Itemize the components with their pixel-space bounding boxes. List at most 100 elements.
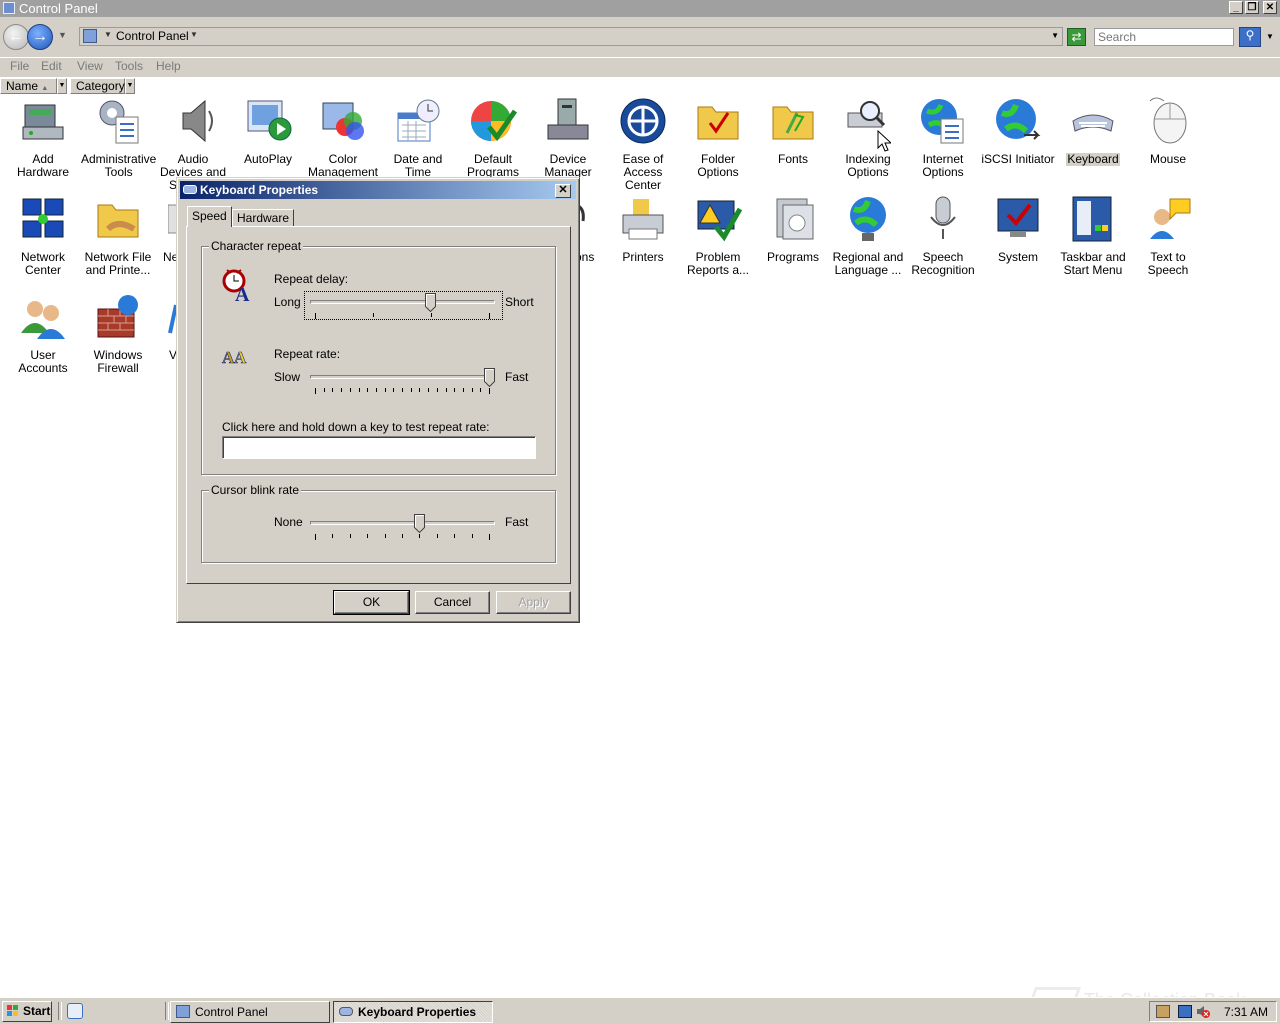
window-title: Control Panel — [19, 1, 98, 16]
menu-view[interactable]: View — [77, 59, 103, 73]
item-partial-hidden[interactable]: Ne — [155, 195, 177, 264]
tab-hardware[interactable]: Hardware — [232, 209, 295, 227]
back-button[interactable]: ← — [3, 24, 29, 50]
repeat-rate-slider[interactable] — [310, 368, 495, 394]
regional-globe-icon — [844, 195, 892, 243]
keyboard-properties-dialog: Keyboard Properties ✕ Speed Hardware Cha… — [176, 177, 580, 623]
network-icon[interactable] — [1178, 1005, 1192, 1018]
keyboard-icon — [339, 1007, 353, 1016]
item-device-manager[interactable]: Device Manager — [530, 97, 606, 179]
item-taskbar-start-menu[interactable]: Taskbar and Start Menu — [1055, 195, 1131, 277]
menu-edit[interactable]: Edit — [41, 59, 62, 73]
item-user-accounts[interactable]: User Accounts — [5, 293, 81, 375]
item-mouse[interactable]: Mouse — [1130, 97, 1206, 166]
quick-launch-ie-icon[interactable] — [67, 1003, 83, 1019]
mouse-icon — [1144, 97, 1192, 145]
item-add-hardware[interactable]: Add Hardware — [5, 97, 81, 179]
apply-button[interactable]: Apply — [496, 591, 571, 614]
item-problem-reports[interactable]: Problem Reports a... — [680, 195, 756, 277]
start-button[interactable]: Start — [2, 1001, 52, 1022]
item-administrative-tools[interactable]: Administrative Tools — [80, 97, 156, 179]
cancel-button[interactable]: Cancel — [415, 591, 490, 614]
window-title-bar[interactable]: Control Panel _ ❐ ✕ — [0, 0, 1280, 17]
repeat-delay-slider[interactable] — [310, 293, 495, 319]
tab-speed[interactable]: Speed — [187, 206, 232, 227]
calendar-clock-icon — [394, 97, 442, 145]
forward-button[interactable]: → — [27, 24, 53, 50]
back-arrow-icon: ← — [8, 28, 24, 45]
search-button[interactable]: ⚲ — [1239, 27, 1261, 47]
taskbar-start-menu-icon — [1069, 195, 1117, 243]
menu-tools[interactable]: Tools — [115, 59, 143, 73]
item-programs[interactable]: Programs — [755, 195, 831, 264]
chevron-down-icon[interactable]: ▼ — [190, 30, 198, 39]
ok-button[interactable]: OK — [333, 590, 410, 615]
control-panel-icon — [176, 1005, 190, 1018]
keyboard-icon — [183, 185, 197, 194]
search-input[interactable]: Search — [1094, 28, 1234, 46]
item-partial-hidden[interactable]: V — [155, 293, 177, 362]
menu-help[interactable]: Help — [156, 59, 181, 73]
cursor-blink-slider[interactable] — [310, 514, 495, 540]
recent-pages-dropdown[interactable]: ▼ — [58, 30, 67, 40]
dialog-title-bar[interactable]: Keyboard Properties ✕ — [180, 181, 576, 199]
restore-button[interactable]: ❐ — [1245, 1, 1259, 14]
menu-file[interactable]: File — [10, 59, 29, 73]
chevron-down-icon[interactable]: ▼ — [104, 30, 112, 39]
item-ease-of-access[interactable]: Ease of Access Center — [605, 97, 681, 192]
slider-thumb[interactable] — [425, 293, 436, 313]
taskbar-divider — [165, 1002, 169, 1020]
taskbar-divider — [58, 1002, 62, 1020]
address-dropdown-icon[interactable]: ▼ — [1051, 31, 1059, 40]
item-system[interactable]: System — [980, 195, 1056, 264]
item-color-management[interactable]: Color Management — [305, 97, 381, 179]
item-iscsi-initiator[interactable]: iSCSI Initiator — [980, 97, 1056, 166]
device-manager-icon — [544, 97, 592, 145]
item-autoplay[interactable]: AutoPlay — [230, 97, 306, 166]
security-shield-icon[interactable] — [1156, 1005, 1170, 1018]
repeat-rate-min-label: Slow — [274, 370, 301, 384]
item-regional-language[interactable]: Regional and Language ... — [830, 195, 906, 277]
repeat-delay-min-label: Long — [274, 295, 301, 309]
item-text-to-speech[interactable]: Text to Speech — [1130, 195, 1206, 277]
address-box[interactable]: ▼ Control Panel ▼ ▼ — [79, 27, 1063, 46]
column-category-dropdown[interactable]: ▼ — [125, 78, 135, 94]
internet-options-icon — [919, 97, 967, 145]
column-category[interactable]: Category — [70, 78, 125, 94]
close-button[interactable]: ✕ — [1263, 1, 1277, 14]
programs-icon — [769, 195, 817, 243]
item-printers[interactable]: Printers — [605, 195, 681, 264]
item-windows-firewall[interactable]: Windows Firewall — [80, 293, 156, 375]
problem-reports-icon — [694, 195, 743, 243]
column-name-dropdown[interactable]: ▼ — [57, 78, 67, 94]
item-indexing-options[interactable]: Indexing Options — [830, 97, 906, 179]
cursor-blink-rate-group: Cursor blink rate None Fast — [201, 483, 556, 563]
item-network-file-printer[interactable]: Network File and Printe... — [80, 195, 156, 277]
add-hardware-icon — [19, 97, 67, 145]
character-repeat-label: Character repeat — [209, 239, 304, 253]
cursor-blink-min-label: None — [274, 515, 303, 529]
item-speech-recognition[interactable]: Speech Recognition — [905, 195, 981, 277]
ease-of-access-icon — [619, 97, 667, 145]
keyboard-icon — [1069, 97, 1117, 145]
refresh-button[interactable]: ⇄ — [1067, 28, 1086, 46]
search-options-dropdown[interactable]: ▼ — [1266, 32, 1274, 41]
item-internet-options[interactable]: Internet Options — [905, 97, 981, 179]
slider-thumb[interactable] — [414, 514, 425, 534]
taskbar-control-panel[interactable]: Control Panel — [170, 1001, 330, 1023]
speaker-muted-icon[interactable] — [1196, 1005, 1210, 1018]
item-folder-options[interactable]: Folder Options — [680, 97, 756, 179]
item-default-programs[interactable]: Default Programs — [455, 97, 531, 179]
breadcrumb-control-panel[interactable]: Control Panel — [116, 29, 189, 43]
dialog-close-button[interactable]: ✕ — [555, 184, 571, 198]
minimize-button[interactable]: _ — [1229, 1, 1243, 14]
cursor-blink-max-label: Fast — [505, 515, 529, 529]
item-keyboard[interactable]: Keyboard — [1055, 97, 1131, 166]
test-repeat-rate-input[interactable] — [222, 436, 536, 459]
column-name[interactable]: Name ▲ — [0, 78, 57, 94]
taskbar-keyboard-properties[interactable]: Keyboard Properties — [333, 1001, 493, 1023]
item-fonts[interactable]: Fonts — [755, 97, 831, 166]
item-date-and-time[interactable]: Date and Time — [380, 97, 456, 179]
item-network-center[interactable]: Network Center — [5, 195, 81, 277]
slider-thumb[interactable] — [484, 368, 495, 388]
